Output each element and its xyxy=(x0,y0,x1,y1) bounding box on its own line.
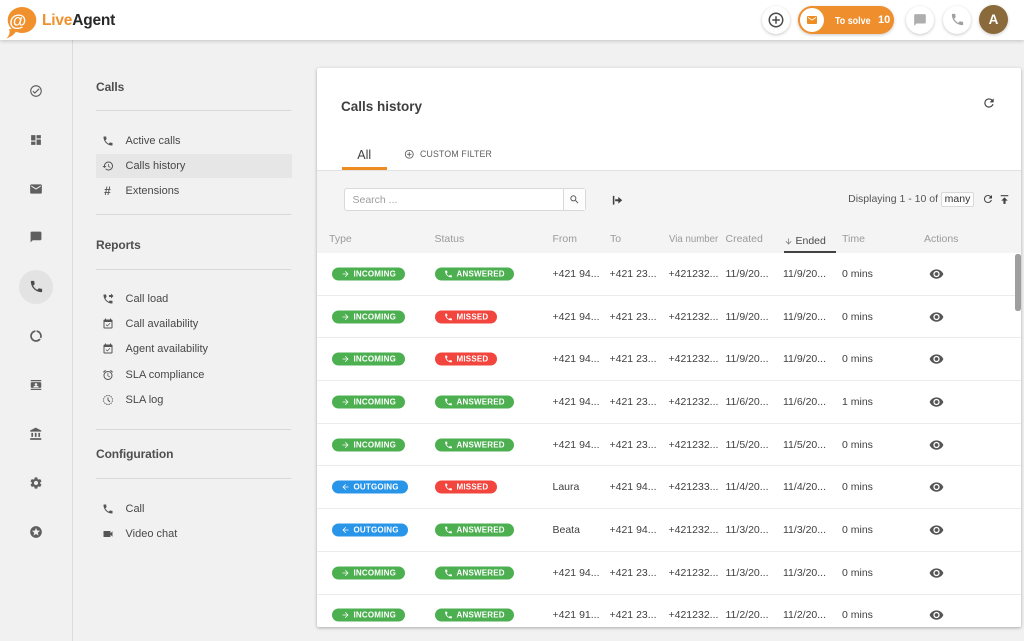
svg-text:@: @ xyxy=(9,10,26,30)
